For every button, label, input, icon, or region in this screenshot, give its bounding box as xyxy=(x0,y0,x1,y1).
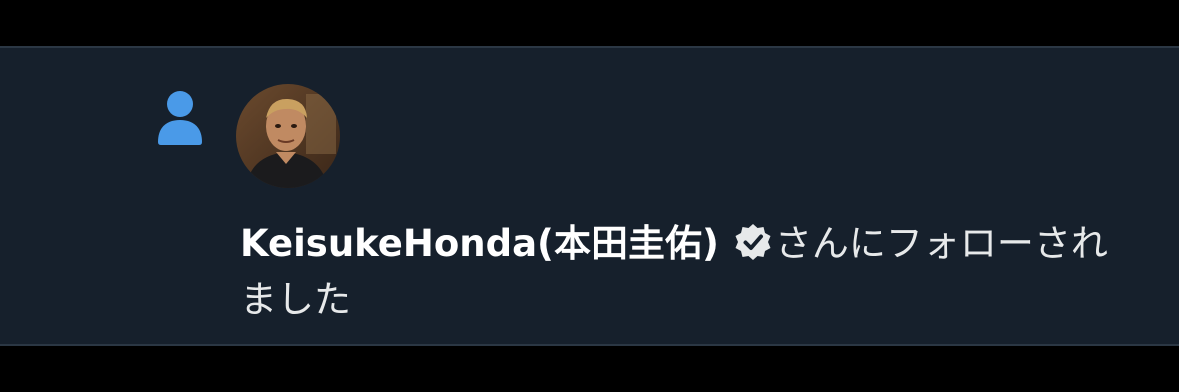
verified-badge-icon xyxy=(733,222,773,262)
person-icon xyxy=(156,90,204,146)
user-name-link[interactable]: KeisukeHonda(本田圭佑) xyxy=(240,222,719,265)
follow-notification[interactable]: KeisukeHonda(本田圭佑) さんにフォローされました xyxy=(0,46,1179,346)
screen: KeisukeHonda(本田圭佑) さんにフォローされました xyxy=(0,0,1179,392)
avatar[interactable] xyxy=(236,84,340,188)
notification-text: KeisukeHonda(本田圭佑) さんにフォローされました xyxy=(240,216,1120,328)
